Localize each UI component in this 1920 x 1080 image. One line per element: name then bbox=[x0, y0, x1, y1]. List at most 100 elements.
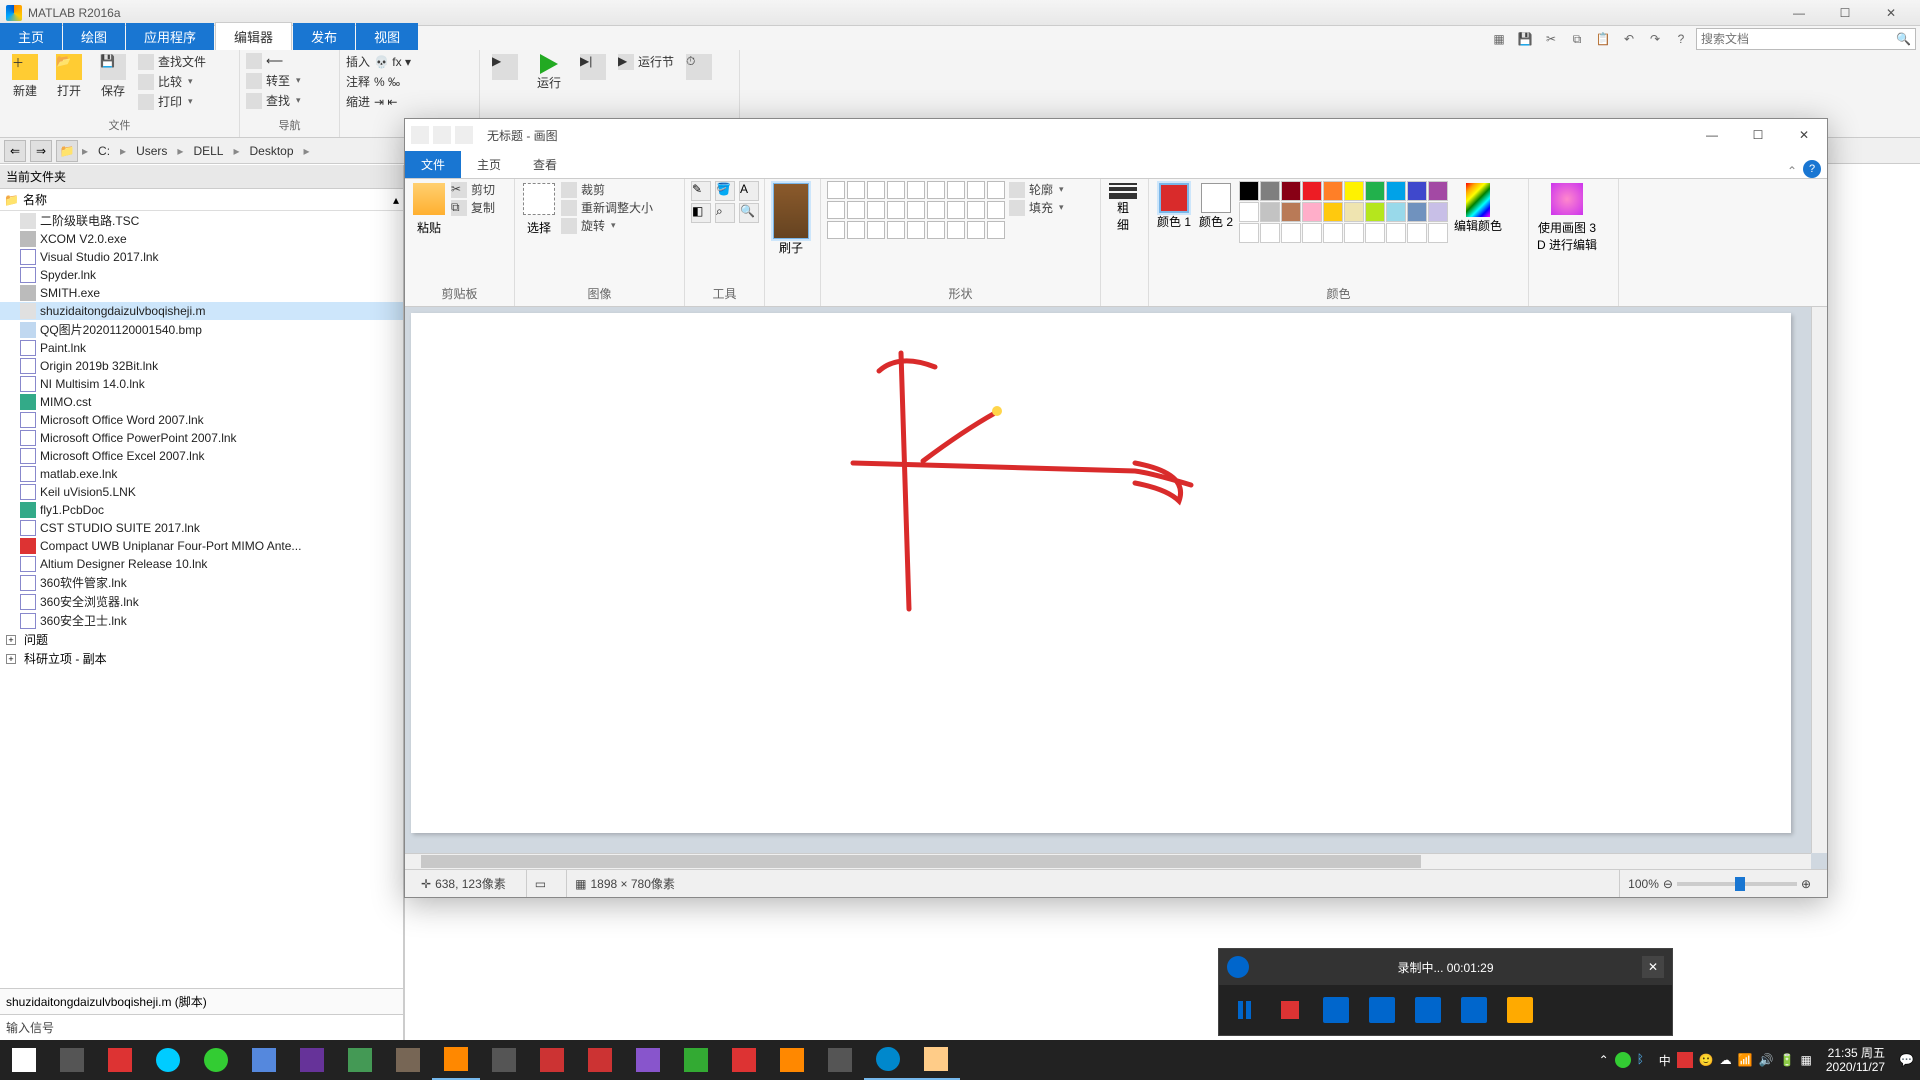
shape-cell[interactable] bbox=[887, 181, 905, 199]
folder-row[interactable]: +问题 bbox=[0, 630, 403, 649]
fill-tool-icon[interactable]: 🪣 bbox=[715, 181, 735, 201]
taskbar-360[interactable] bbox=[192, 1040, 240, 1080]
shape-cell[interactable] bbox=[827, 221, 845, 239]
file-row[interactable]: MIMO.cst bbox=[0, 393, 403, 411]
file-row[interactable]: XCOM V2.0.exe bbox=[0, 230, 403, 248]
recorder-tool1-icon[interactable] bbox=[1321, 995, 1351, 1025]
tab-editor[interactable]: 编辑器 bbox=[215, 22, 292, 50]
palette-color[interactable] bbox=[1323, 223, 1343, 243]
shape-cell[interactable] bbox=[887, 201, 905, 219]
tray-battery-icon[interactable]: 🔋 bbox=[1780, 1053, 1795, 1067]
recorder-tool2-icon[interactable] bbox=[1367, 995, 1397, 1025]
palette-color[interactable] bbox=[1344, 223, 1364, 243]
shape-cell[interactable] bbox=[867, 201, 885, 219]
recorder-tool3-icon[interactable] bbox=[1413, 995, 1443, 1025]
taskbar-app-11[interactable] bbox=[768, 1040, 816, 1080]
shape-cell[interactable] bbox=[827, 201, 845, 219]
recorder-pause-button[interactable] bbox=[1229, 995, 1259, 1025]
file-row[interactable]: 360安全卫士.lnk bbox=[0, 611, 403, 630]
select-button[interactable]: 选择 bbox=[521, 181, 557, 238]
palette-color[interactable] bbox=[1386, 223, 1406, 243]
file-row[interactable]: Keil uVision5.LNK bbox=[0, 483, 403, 501]
tray-sogou-icon[interactable] bbox=[1677, 1052, 1693, 1068]
file-row[interactable]: SMITH.exe bbox=[0, 284, 403, 302]
paint-title-bar[interactable]: 无标题 - 画图 — ☐ ✕ bbox=[405, 119, 1827, 151]
shape-cell[interactable] bbox=[927, 221, 945, 239]
layout-icon[interactable]: ▦ bbox=[1488, 28, 1510, 50]
file-row[interactable]: QQ图片20201120001540.bmp bbox=[0, 320, 403, 339]
paint-maximize-button[interactable]: ☐ bbox=[1735, 119, 1781, 151]
picker-tool-icon[interactable]: ⌕ bbox=[715, 203, 735, 223]
edit-colors-button[interactable]: 编辑颜色 bbox=[1452, 181, 1504, 236]
taskbar-app-9[interactable] bbox=[672, 1040, 720, 1080]
tab-publish[interactable]: 发布 bbox=[293, 23, 355, 50]
palette-color[interactable] bbox=[1281, 202, 1301, 222]
text-tool-icon[interactable]: A bbox=[739, 181, 759, 201]
run-button[interactable]: 运行 bbox=[528, 52, 570, 93]
help-icon[interactable]: ? bbox=[1670, 28, 1692, 50]
paint-tab-home[interactable]: 主页 bbox=[461, 151, 517, 178]
size-button[interactable]: 粗细 bbox=[1107, 181, 1139, 235]
run-advance-button[interactable]: ▶| bbox=[572, 52, 614, 84]
shape-cell[interactable] bbox=[867, 181, 885, 199]
palette-color[interactable] bbox=[1365, 181, 1385, 201]
folder-row[interactable]: +科研立项 - 副本 bbox=[0, 649, 403, 668]
taskbar-app-12[interactable] bbox=[816, 1040, 864, 1080]
taskbar-app-7[interactable] bbox=[576, 1040, 624, 1080]
minimize-button[interactable]: — bbox=[1776, 0, 1822, 26]
palette-color[interactable] bbox=[1302, 202, 1322, 222]
open-button[interactable]: 📂打开 bbox=[48, 52, 90, 101]
tray-network-icon[interactable]: 📶 bbox=[1738, 1053, 1753, 1067]
run-section-button[interactable]: ▶运行节 bbox=[616, 52, 676, 71]
file-row[interactable]: shuzidaitongdaizulvboqisheji.m bbox=[0, 302, 403, 320]
expand-icon[interactable]: + bbox=[6, 654, 16, 664]
file-row[interactable]: Origin 2019b 32Bit.lnk bbox=[0, 357, 403, 375]
notifications-button[interactable]: 💬 bbox=[1899, 1053, 1914, 1067]
palette-color[interactable] bbox=[1239, 202, 1259, 222]
save-button[interactable]: 💾保存 bbox=[92, 52, 134, 101]
tray-volume-icon[interactable]: 🔊 bbox=[1759, 1053, 1774, 1067]
palette-color[interactable] bbox=[1365, 223, 1385, 243]
cut-quick-icon[interactable]: ✂ bbox=[1540, 28, 1562, 50]
file-row[interactable]: NI Multisim 14.0.lnk bbox=[0, 375, 403, 393]
brush-button[interactable]: 刷子 bbox=[771, 181, 811, 258]
recorder-close-button[interactable]: ✕ bbox=[1642, 956, 1664, 978]
comment-button[interactable]: 注释 % ‰ bbox=[344, 72, 413, 91]
shape-cell[interactable] bbox=[947, 201, 965, 219]
breakpoints-button[interactable]: ▶ bbox=[484, 52, 526, 84]
palette-color[interactable] bbox=[1407, 223, 1427, 243]
file-row[interactable]: Spyder.lnk bbox=[0, 266, 403, 284]
paint-hscroll[interactable] bbox=[405, 853, 1811, 869]
shape-outline-button[interactable]: 轮廓 bbox=[1009, 181, 1064, 198]
start-button[interactable]: ⊞ bbox=[0, 1040, 48, 1080]
palette-color[interactable] bbox=[1428, 181, 1448, 201]
shape-cell[interactable] bbox=[987, 181, 1005, 199]
paste-quick-icon[interactable]: 📋 bbox=[1592, 28, 1614, 50]
taskbar-app-4[interactable] bbox=[384, 1040, 432, 1080]
paint-qat-save-icon[interactable] bbox=[411, 126, 429, 144]
save-quick-icon[interactable]: 💾 bbox=[1514, 28, 1536, 50]
shape-cell[interactable] bbox=[987, 201, 1005, 219]
file-row[interactable]: fly1.PcbDoc bbox=[0, 501, 403, 519]
copy-quick-icon[interactable]: ⧉ bbox=[1566, 28, 1588, 50]
shape-cell[interactable] bbox=[987, 221, 1005, 239]
zoom-in-button[interactable]: ⊕ bbox=[1801, 877, 1811, 891]
palette-color[interactable] bbox=[1323, 202, 1343, 222]
copy-button[interactable]: ⧉复制 bbox=[451, 199, 495, 216]
file-row[interactable]: Microsoft Office Word 2007.lnk bbox=[0, 411, 403, 429]
taskbar-app-1[interactable] bbox=[96, 1040, 144, 1080]
zoom-tool-icon[interactable]: 🔍 bbox=[739, 203, 759, 223]
shape-cell[interactable] bbox=[967, 201, 985, 219]
pencil-tool-icon[interactable]: ✎ bbox=[691, 181, 711, 201]
rotate-button[interactable]: 旋转 bbox=[561, 217, 653, 234]
palette-color[interactable] bbox=[1344, 202, 1364, 222]
shape-cell[interactable] bbox=[907, 181, 925, 199]
shape-cell[interactable] bbox=[847, 221, 865, 239]
color1-button[interactable]: 颜色 1 bbox=[1155, 181, 1193, 232]
redo-quick-icon[interactable]: ↷ bbox=[1644, 28, 1666, 50]
file-row[interactable]: 二阶级联电路.TSC bbox=[0, 211, 403, 230]
shape-cell[interactable] bbox=[967, 181, 985, 199]
shape-cell[interactable] bbox=[847, 201, 865, 219]
paint-tab-file[interactable]: 文件 bbox=[405, 151, 461, 178]
screen-recorder-overlay[interactable]: 录制中... 00:01:29 ✕ bbox=[1218, 948, 1673, 1036]
